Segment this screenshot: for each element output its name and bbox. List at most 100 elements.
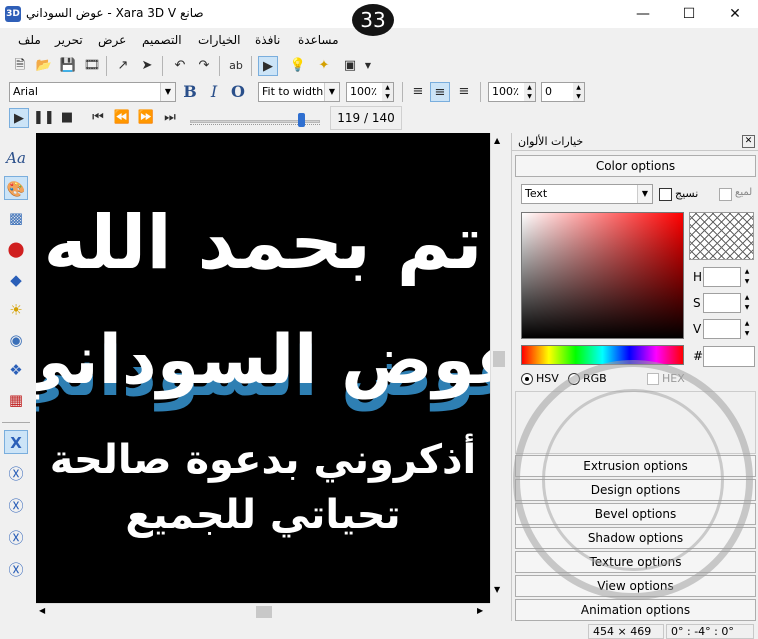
lighting-tool-icon[interactable]: ☀ [4, 298, 28, 322]
play-icon[interactable]: ▶ [9, 108, 29, 128]
view-tool-icon[interactable]: ▦ [4, 388, 28, 412]
close-icon[interactable]: ✕ [742, 135, 755, 148]
menu-design[interactable]: التصميم [142, 33, 182, 47]
frame-icon[interactable]: ▣ [340, 56, 360, 76]
x-axis-icon[interactable]: X [4, 430, 28, 454]
scroll-up-icon[interactable]: ▲ [494, 136, 500, 145]
canvas-svg: تم بحمد الله عوض السوداني عوض السوداني أ… [36, 200, 490, 538]
texture-options-button[interactable]: Texture options [515, 551, 756, 573]
h-input[interactable] [703, 267, 741, 287]
chevron-down-icon[interactable]: ▼ [358, 56, 378, 76]
bevel-tool-icon[interactable]: ⬤ [4, 237, 28, 261]
frame-slider-thumb[interactable] [298, 113, 305, 127]
offset-spinner[interactable]: 0 ▲ ▼ [541, 82, 585, 102]
canvas-line-2: عوض السوداني [36, 321, 490, 400]
spinner-arrows-icon[interactable]: ▲ ▼ [741, 319, 753, 339]
open-icon[interactable]: 📂 [34, 56, 54, 76]
x-swing-icon[interactable]: Ⓧ [4, 526, 28, 550]
last-frame-icon[interactable]: ⏭ [160, 108, 180, 128]
view-mode-value: Fit to width [262, 85, 324, 98]
wand-icon[interactable]: ✦ [314, 56, 334, 76]
s-input[interactable] [703, 293, 741, 313]
view-mode-select[interactable]: Fit to width ▼ [258, 82, 340, 102]
color-options-button[interactable]: Color options [515, 155, 756, 177]
size-spinner[interactable]: 100٪ ▲ ▼ [346, 82, 394, 102]
app-icon: 3D [5, 6, 21, 22]
shadow-tool-icon[interactable]: ◆ [4, 268, 28, 292]
extrusion-options-button[interactable]: Extrusion options [515, 455, 756, 477]
light-icon[interactable]: 💡 [288, 56, 308, 76]
hex-input[interactable] [703, 346, 755, 367]
minimize-icon[interactable]: — [620, 0, 666, 28]
save-icon[interactable]: 💾 [58, 56, 78, 76]
v-input[interactable] [703, 319, 741, 339]
italic-button[interactable]: I [204, 82, 224, 102]
scroll-right-icon[interactable]: ▶ [477, 606, 483, 615]
menu-options[interactable]: الخيارات [198, 33, 240, 47]
maximize-icon[interactable]: ☐ [666, 0, 712, 28]
separator [402, 82, 403, 102]
spacing-spinner[interactable]: 100٪ ▲ ▼ [488, 82, 536, 102]
spell-icon[interactable]: ab [226, 56, 246, 76]
first-frame-icon[interactable]: ⏮ [88, 108, 108, 128]
align-left-icon[interactable]: ≡ [408, 82, 428, 102]
bold-button[interactable]: B [180, 82, 200, 102]
horizontal-scrollbar[interactable]: ◀ ▶ [36, 603, 490, 620]
stop-icon[interactable]: ■ [57, 108, 77, 128]
spinner-arrows-icon[interactable]: ▲ ▼ [741, 267, 753, 287]
title-bar: 3D عوض السوداني - Xara 3D V صانع 33 — ☐ … [0, 0, 758, 36]
menu-file[interactable]: ملف [18, 33, 41, 47]
scroll-left-icon[interactable]: ◀ [39, 606, 45, 615]
texture-tool-icon[interactable]: ◉ [4, 328, 28, 352]
outline-button[interactable]: O [228, 82, 248, 102]
align-right-icon[interactable]: ≡ [454, 82, 474, 102]
vertical-scrollbar[interactable]: ▲ ▼ [490, 133, 507, 603]
align-center-icon[interactable]: ≡ [430, 82, 450, 102]
play-anim-icon[interactable]: ▶ [258, 56, 278, 76]
chevron-down-icon: ▼ [324, 83, 339, 101]
animation-tool-icon[interactable]: ❖ [4, 358, 28, 382]
menu-help[interactable]: مساعدة [298, 33, 339, 47]
view-options-button[interactable]: View options [515, 575, 756, 597]
target-select[interactable]: Text ▼ [521, 184, 653, 204]
texture-checkbox[interactable] [659, 188, 672, 201]
separator [251, 56, 252, 76]
close-icon[interactable]: ✕ [712, 0, 758, 28]
menu-edit[interactable]: تحرير [55, 33, 83, 47]
export-anim-icon[interactable]: ➤ [137, 56, 157, 76]
chevron-down-icon: ▼ [637, 185, 652, 203]
animation-options-button[interactable]: Animation options [515, 599, 756, 621]
text-tool-icon[interactable]: Aa [4, 146, 28, 170]
bevel-options-button[interactable]: Bevel options [515, 503, 756, 525]
horizontal-scroll-thumb[interactable] [256, 606, 272, 618]
spinner-arrows-icon[interactable]: ▲ ▼ [741, 293, 753, 313]
vertical-scroll-thumb[interactable] [493, 351, 505, 367]
color-tool-icon[interactable]: 🎨 [4, 176, 28, 200]
shadow-options-button[interactable]: Shadow options [515, 527, 756, 549]
new-icon[interactable]: 🗎 [10, 56, 30, 76]
flat-checkbox[interactable] [719, 188, 732, 201]
redo-icon[interactable]: ↷ [194, 56, 214, 76]
hue-bar[interactable] [521, 345, 684, 365]
canvas-area[interactable]: تم بحمد الله عوض السوداني عوض السوداني أ… [36, 133, 490, 603]
next-frame-icon[interactable]: ⏩ [136, 108, 156, 128]
x-wobble-icon[interactable]: Ⓧ [4, 558, 28, 582]
rgb-radio[interactable] [568, 373, 580, 385]
extrude-tool-icon[interactable]: ▩ [4, 206, 28, 230]
x-spin-icon[interactable]: Ⓧ [4, 494, 28, 518]
pause-icon[interactable]: ❚❚ [33, 108, 55, 128]
font-select[interactable]: Arial ▼ [9, 82, 176, 102]
menu-window[interactable]: نافذة [255, 33, 280, 47]
menu-view[interactable]: عرض [98, 33, 126, 47]
x-rotate-icon[interactable]: Ⓧ [4, 462, 28, 486]
color-gradient-picker[interactable] [521, 212, 684, 339]
hex-checkbox[interactable] [647, 373, 659, 385]
import-icon[interactable]: ↗ [113, 56, 133, 76]
export-icon[interactable]: 🎞 [82, 56, 102, 76]
hsv-radio[interactable] [521, 373, 533, 385]
design-options-button[interactable]: Design options [515, 479, 756, 501]
scroll-down-icon[interactable]: ▼ [494, 585, 500, 594]
undo-icon[interactable]: ↶ [170, 56, 190, 76]
prev-frame-icon[interactable]: ⏪ [112, 108, 132, 128]
v-label: V [693, 322, 702, 336]
